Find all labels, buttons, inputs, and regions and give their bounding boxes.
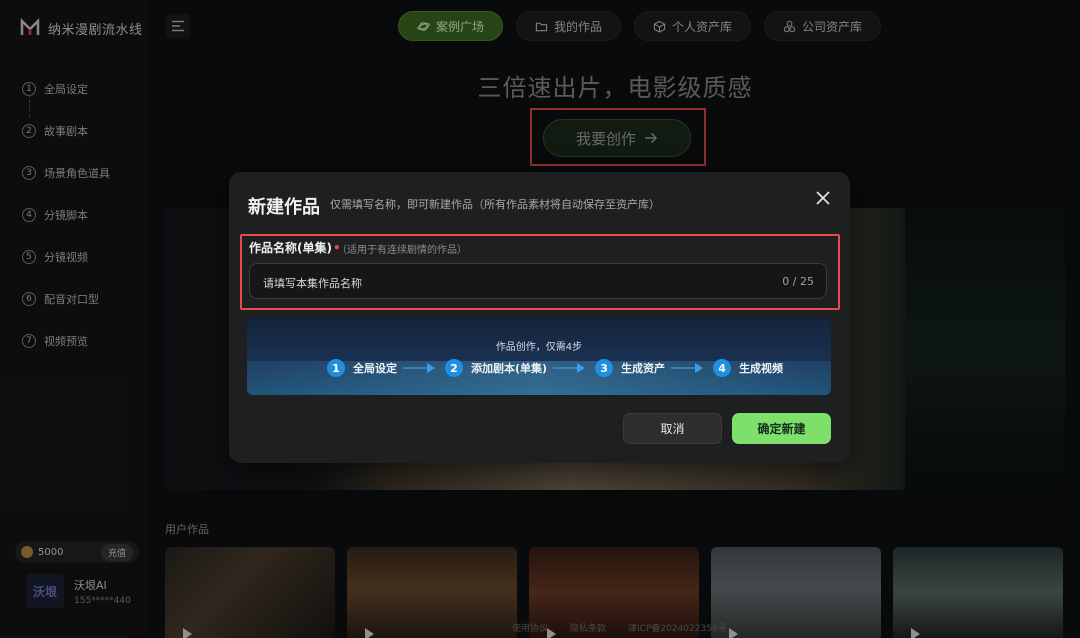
confirm-create-button[interactable]: 确定新建	[732, 413, 831, 444]
char-counter: 0 / 25	[782, 275, 814, 288]
flow-title: 作品创作，仅需4步	[495, 342, 583, 353]
close-icon[interactable]	[813, 188, 833, 208]
field-label: 作品名称(单集)•	[249, 239, 341, 256]
flow-steps: 1 全局设定 2 添加剧本(单集) 3 生成资产 4 生成视频	[327, 359, 783, 377]
flow-step-label: 添加剧本(单集)	[471, 362, 548, 375]
flow-step-label: 全局设定	[353, 362, 397, 375]
flow-step-number: 1	[327, 359, 345, 377]
flow-step-4: 4 生成视频	[713, 359, 783, 377]
dialog-subtitle: 仅需填写名称，即可新建作品（所有作品素材将自动保存至资产库）	[330, 198, 660, 211]
field-hint: （适用于有连续剧情的作品）	[337, 245, 467, 256]
input-placeholder: 请填写本集作品名称	[263, 277, 362, 290]
creation-steps-banner: 作品创作，仅需4步 1 全局设定 2 添加剧本(单集) 3 生成资产 4 生成视…	[247, 318, 831, 395]
dialog-title: 新建作品	[248, 197, 320, 218]
flow-arrow-icon	[553, 363, 586, 373]
new-work-dialog: 新建作品 仅需填写名称，即可新建作品（所有作品素材将自动保存至资产库） 作品名称…	[229, 172, 850, 463]
name-field-highlight: 作品名称(单集)• （适用于有连续剧情的作品） 请填写本集作品名称 0 / 25	[240, 234, 840, 310]
flow-step-3: 3 生成资产	[595, 359, 665, 377]
field-label-text: 作品名称(单集)	[249, 241, 332, 255]
flow-step-label: 生成视频	[739, 362, 784, 375]
flow-arrow-icon	[403, 363, 435, 373]
work-name-input[interactable]: 请填写本集作品名称 0 / 25	[249, 263, 827, 299]
flow-step-1: 1 全局设定	[327, 359, 397, 377]
flow-step-number: 4	[713, 359, 732, 377]
flow-arrow-icon	[671, 363, 704, 373]
flow-step-number: 3	[595, 359, 614, 377]
flow-step-2: 2 添加剧本(单集)	[445, 359, 547, 377]
flow-step-number: 2	[445, 359, 463, 377]
cancel-button[interactable]: 取消	[623, 413, 722, 444]
flow-step-label: 生成资产	[621, 362, 666, 375]
